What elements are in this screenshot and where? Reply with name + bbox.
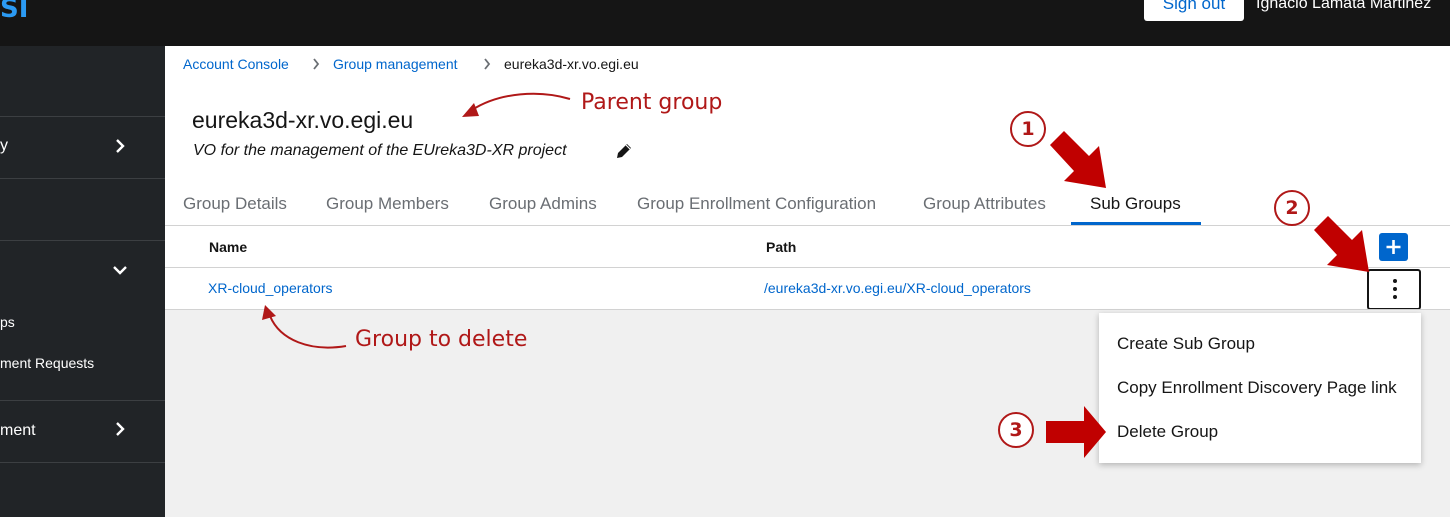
parent-group-arrowhead — [462, 103, 479, 117]
group-to-delete-arrow — [269, 315, 347, 349]
group-to-delete-arrowhead — [262, 305, 276, 320]
annotation-group-to-delete: Group to delete — [355, 327, 528, 352]
annotation-parent-group: Parent group — [581, 90, 723, 115]
step-2-badge: 2 — [1274, 190, 1310, 226]
step2-arrow — [1314, 216, 1369, 272]
step1-arrow — [1050, 131, 1106, 188]
parent-group-arrow — [471, 92, 571, 111]
step3-arrow — [1046, 406, 1106, 458]
step-3-badge: 3 — [998, 412, 1034, 448]
annotation-overlay — [262, 92, 1369, 458]
step-1-badge: 1 — [1010, 111, 1046, 147]
